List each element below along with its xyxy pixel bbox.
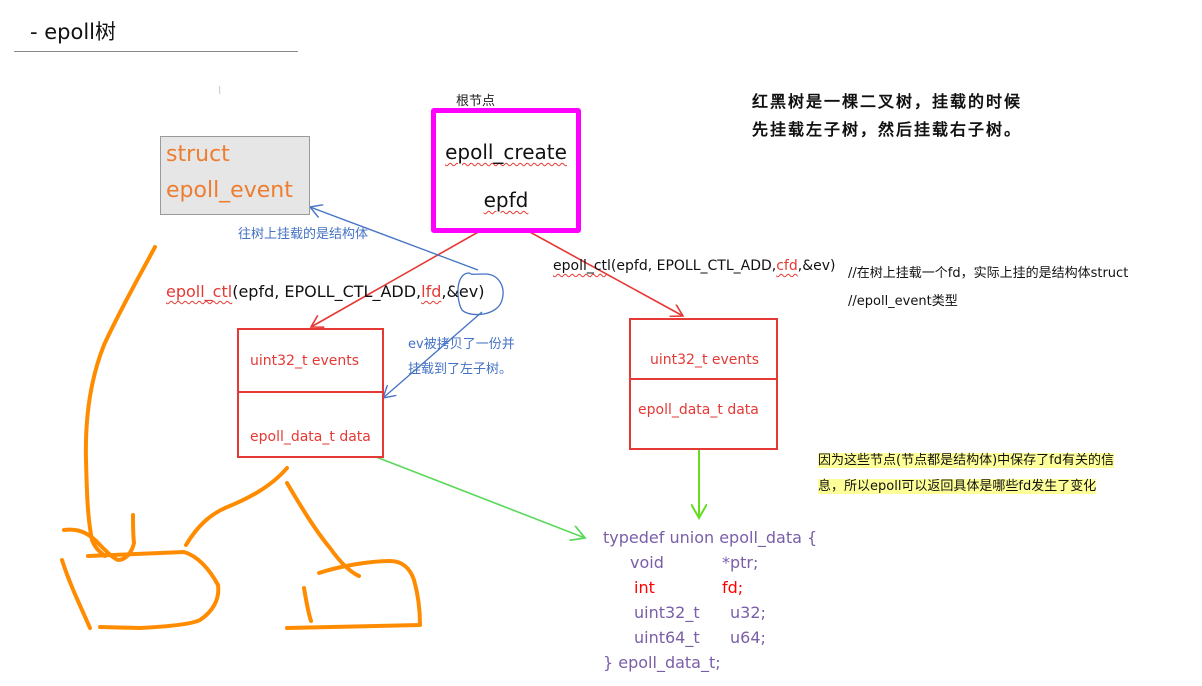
call-right-fn: epoll_ctl xyxy=(553,258,611,274)
member-type: void xyxy=(630,553,664,572)
member-name: u32; xyxy=(730,603,766,622)
tree-note-line-1: 红黑树是一棵二叉树，挂载的时候 xyxy=(752,92,1023,111)
tree-note-line-2: 先挂载左子树，然后挂载右子树。 xyxy=(752,120,1023,139)
member-type: int xyxy=(634,578,655,597)
right-node-divider xyxy=(631,378,776,380)
union-member-u32: uint32_t u32; xyxy=(634,600,766,625)
epoll-create-text: epoll_create xyxy=(445,140,567,164)
union-member-u64: uint64_t u64; xyxy=(634,625,766,650)
epoll-ctl-call-right: epoll_ctl(epfd, EPOLL_CTL_ADD,cfd,&ev) xyxy=(553,258,835,274)
call-right-fd: cfd xyxy=(776,258,798,274)
struct-name: epoll_event xyxy=(166,178,293,203)
epfd-text: epfd xyxy=(483,188,529,212)
root-node-return: epfd xyxy=(431,188,581,212)
arrow-ev-to-left-node xyxy=(383,311,483,398)
call-right-args-suffix: ,&ev) xyxy=(797,258,836,274)
copy-annotation-line-2: 挂载到了左子树。 xyxy=(408,362,513,377)
member-type: uint32_t xyxy=(634,603,700,622)
root-node-box xyxy=(431,108,581,233)
union-member-fd: int fd; xyxy=(634,575,743,600)
arrow-root-to-left-node xyxy=(311,230,481,327)
right-tree-node xyxy=(629,318,778,450)
root-node-function: epoll_create xyxy=(431,140,581,164)
union-open-line: typedef union epoll_data { xyxy=(603,528,818,547)
union-close-line: } epoll_data_t; xyxy=(603,653,721,672)
comment-line-2: //epoll_event类型 xyxy=(848,294,958,309)
left-node-data-field: epoll_data_t data xyxy=(250,429,371,445)
member-name: u64; xyxy=(730,628,766,647)
highlighted-explanation: 因为这些节点(节点都是结构体)中保存了fd有关的信 息，所以epoll可以返回具… xyxy=(818,448,1118,500)
copy-annotation-line-1: ev被拷贝了一份并 xyxy=(408,337,515,352)
call-left-args-prefix: (epfd, EPOLL_CTL_ADD, xyxy=(232,282,422,301)
member-name: fd; xyxy=(722,578,744,597)
root-node-label: 根节点 xyxy=(456,94,496,109)
highlight-line-1: 因为这些节点(节点都是结构体)中保存了fd有关的信 xyxy=(818,453,1114,468)
highlight-line-2: 息，所以epoll可以返回具体是哪些fd发生了变化 xyxy=(818,479,1097,494)
right-node-data-field: epoll_data_t data xyxy=(638,402,759,418)
epoll-ctl-call-left: epoll_ctl(epfd, EPOLL_CTL_ADD,lfd,&ev) xyxy=(166,282,484,301)
arrow-left-data-to-union xyxy=(357,449,585,538)
call-left-fn: epoll_ctl xyxy=(166,282,233,301)
member-name: *ptr; xyxy=(722,553,759,572)
left-node-divider xyxy=(239,391,382,393)
call-left-args-suffix: ,&ev) xyxy=(441,282,485,301)
struct-keyword: struct xyxy=(166,142,230,167)
union-member-ptr: void *ptr; xyxy=(630,550,758,575)
call-left-fd: lfd xyxy=(421,282,442,301)
right-node-events-field: uint32_t events xyxy=(650,352,760,368)
mount-struct-annotation: 往树上挂载的是结构体 xyxy=(238,227,369,242)
member-type: uint64_t xyxy=(634,628,700,647)
call-right-args-prefix: (epfd, EPOLL_CTL_ADD, xyxy=(610,258,777,274)
left-node-events-field: uint32_t events xyxy=(250,353,360,369)
comment-line-1: //在树上挂载一个fd，实际上挂的是结构体struct xyxy=(848,266,1129,281)
